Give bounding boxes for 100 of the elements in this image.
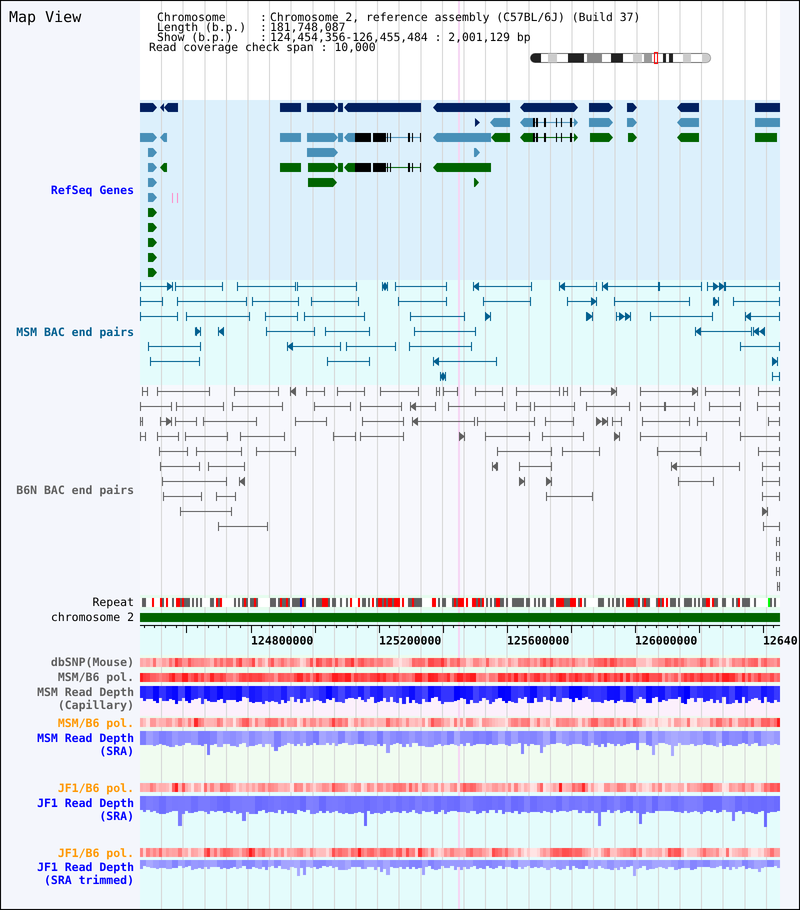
bac-end-pair (252, 297, 299, 306)
bac-end-pair (208, 462, 245, 471)
info-label: Chromosome (157, 12, 226, 22)
bac-end-pair (562, 447, 600, 456)
bac-end-pair (218, 327, 224, 336)
gene-model (148, 253, 157, 262)
bac-end-pair (380, 387, 419, 396)
bac-end-pair (567, 297, 597, 306)
bac-end-pair (596, 417, 608, 426)
bac-end-pair (306, 387, 325, 396)
bac-end-pair (395, 282, 447, 291)
bac-end-pair (185, 432, 228, 441)
ruler-tick-label: 125200000 (379, 634, 442, 648)
bac-end-pair (477, 417, 535, 426)
gene-model (148, 193, 157, 202)
bac-end-pair (740, 432, 780, 441)
bac-end-pair (311, 297, 359, 306)
bac-end-pair (448, 402, 505, 411)
region-marker (654, 52, 658, 64)
bac-end-pair (157, 387, 210, 396)
bac-end-pair (412, 417, 475, 426)
bac-end-pair (733, 297, 780, 306)
gene-model (160, 133, 167, 142)
bac-end-pair (160, 417, 172, 426)
bac-end-pair (196, 447, 242, 456)
bac-end-pair (295, 417, 327, 426)
track-label: MSM/B6 pol. (58, 671, 134, 684)
bac-end-pair (140, 432, 146, 441)
bac-end-pair (433, 357, 497, 366)
bac-end-pair (239, 477, 245, 486)
gene-model (755, 103, 780, 112)
bac-end-pair (410, 312, 465, 321)
track-label: chromosome 2 (50, 611, 134, 624)
bac-end-pair (440, 372, 446, 381)
bac-end-pair (140, 417, 143, 426)
bac-end-pair (640, 432, 707, 441)
gene-model (474, 178, 479, 187)
bac-end-pair (516, 402, 531, 411)
gene-model (160, 163, 167, 172)
bac-end-pair (459, 432, 465, 441)
ruler-tick-label: 126000000 (635, 634, 698, 648)
track-label: MSM Read Depth (Capillary) (36, 686, 134, 712)
gene-model (475, 118, 480, 127)
bac-end-pair (398, 297, 447, 306)
bac-end-pair (314, 402, 351, 411)
bac-end-pair (745, 312, 780, 321)
bac-end-pair (327, 357, 370, 366)
bac-end-pair (776, 537, 780, 546)
bac-end-pair (218, 522, 268, 531)
bac-end-pair (516, 387, 560, 396)
bac-end-pair (602, 282, 659, 291)
bac-end-pair (360, 432, 404, 441)
bac-end-pair (337, 387, 365, 396)
feature-tick (177, 193, 178, 203)
bac-end-pair (776, 552, 780, 561)
bac-end-pair (195, 327, 201, 336)
bac-end-pair (304, 312, 365, 321)
bac-end-pair (360, 402, 402, 411)
gene-model (490, 118, 510, 127)
bac-end-pair (175, 282, 223, 291)
gene-model (148, 208, 157, 217)
gene-model (590, 133, 613, 142)
bac-end-pair (160, 462, 200, 471)
bac-end-pair (177, 297, 247, 306)
gene-model (755, 133, 777, 142)
feature-tick (172, 193, 173, 203)
bac-end-pair (203, 417, 257, 426)
track-label: JF1 Read Depth (SRA) (36, 797, 134, 823)
bac-end-pair (519, 462, 552, 471)
bac-end-pair (542, 432, 584, 441)
bac-end-pair (483, 297, 531, 306)
gene-model (677, 133, 699, 142)
bac-end-pair (763, 522, 780, 531)
bac-end-pair (436, 387, 440, 396)
gene-model (280, 163, 301, 172)
bac-end-pair (443, 387, 458, 396)
bac-end-pair (640, 387, 698, 396)
bac-end-pair (237, 282, 296, 291)
bac-end-pair (678, 477, 714, 486)
bac-end-pair (382, 282, 388, 291)
bac-end-pair (216, 492, 236, 501)
bac-end-pair (616, 312, 631, 321)
info-value: Chromosome 2, reference assembly (C57BL/6J) (Build 37) (270, 12, 640, 22)
bac-end-pair (772, 372, 780, 381)
bac-end-pair (473, 282, 532, 291)
track-label: Repeat (92, 596, 134, 609)
bac-end-pair (297, 282, 357, 291)
gene-model (148, 238, 157, 247)
bac-end-pair (162, 477, 227, 486)
bac-end-pair (777, 582, 780, 591)
gene-model (433, 163, 491, 172)
bac-end-pair (519, 477, 525, 486)
bac-end-pair (697, 417, 740, 426)
info-separator: : (260, 22, 268, 32)
bac-end-pair (333, 432, 356, 441)
bac-end-pair (546, 492, 593, 501)
gene-model (280, 133, 301, 142)
bac-end-pair (642, 417, 690, 426)
gene-model (677, 103, 699, 112)
bac-end-pair (485, 432, 530, 441)
